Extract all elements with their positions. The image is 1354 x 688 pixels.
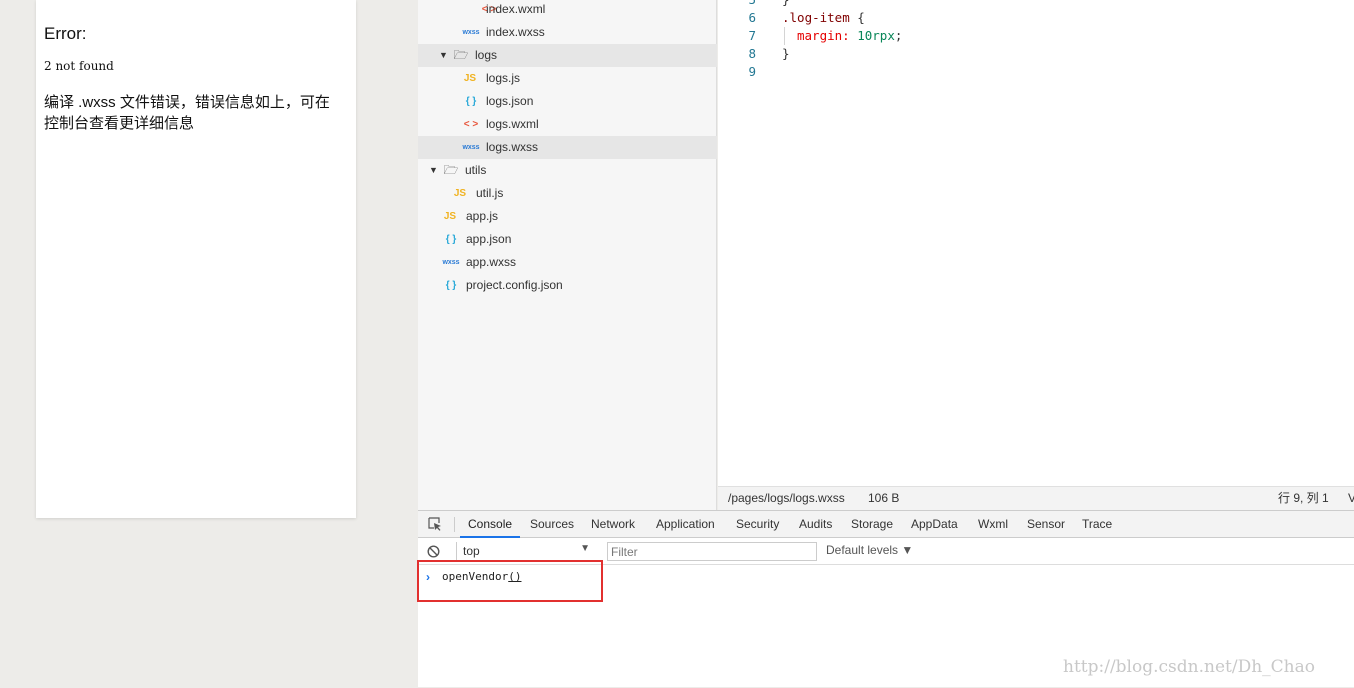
tree-item-label: logs.wxml <box>486 117 539 131</box>
css-value: 10rpx <box>857 28 895 43</box>
wxss-file-icon: wxss <box>442 259 460 266</box>
code-text: } <box>782 0 790 9</box>
tree-item-label: utils <box>465 163 487 177</box>
tree-item-label: app.js <box>466 209 499 223</box>
simulator-screen: Error: 2 not found 编译 .wxss 文件错误，错误信息如上，… <box>36 0 356 518</box>
tree-item-label: app.wxss <box>466 255 517 269</box>
tree-item-app-wxss[interactable]: wxss app.wxss <box>418 251 717 274</box>
status-truncated: V <box>1348 491 1354 505</box>
tree-item-label: project.config.json <box>466 278 563 292</box>
tree-item-app-json[interactable]: { } app.json <box>418 228 717 251</box>
tree-folder-utils[interactable]: ▼ 🗁 utils <box>418 159 717 182</box>
tree-item-label: logs <box>475 48 498 62</box>
tab-trace[interactable]: Trace <box>1082 511 1112 537</box>
tree-item-index-wxss[interactable]: wxss index.wxss <box>418 21 717 44</box>
tab-audits[interactable]: Audits <box>799 511 832 537</box>
chevron-down-icon[interactable]: ▼ <box>429 159 438 182</box>
tree-item-label: app.json <box>466 232 512 246</box>
js-file-icon: JS <box>443 211 457 222</box>
file-path: /pages/logs/logs.wxss <box>728 491 845 505</box>
watermark: http://blog.csdn.net/Dh_Chao <box>1063 657 1315 677</box>
error-title: Error: <box>44 24 87 43</box>
wxss-file-icon: wxss <box>462 144 480 151</box>
inspect-element-icon[interactable] <box>428 517 442 531</box>
code-line: 7 margin: 10rpx; <box>718 27 1354 45</box>
js-file-icon: JS <box>453 188 467 199</box>
tree-item-label: logs.wxss <box>486 140 539 154</box>
folder-open-icon: 🗁 <box>443 163 459 177</box>
file-size: 106 B <box>868 491 900 505</box>
line-number: 5 <box>718 0 756 9</box>
code-line: 9 <box>718 63 1354 81</box>
tab-sources[interactable]: Sources <box>530 511 574 537</box>
chevron-down-icon[interactable]: ▼ <box>439 44 448 67</box>
json-file-icon: { } <box>445 234 457 245</box>
cursor-position[interactable]: 行 9, 列 1 <box>1278 487 1329 509</box>
line-number: 7 <box>748 28 756 43</box>
context-select[interactable]: top ▼ <box>456 542 594 561</box>
tab-storage[interactable]: Storage <box>851 511 893 537</box>
tab-console[interactable]: Console <box>460 511 521 538</box>
code-line: 5 } <box>718 0 1354 9</box>
tree-item-logs-wxss[interactable]: wxss logs.wxss <box>418 136 717 159</box>
code-text: } <box>782 46 790 61</box>
tab-sensor[interactable]: Sensor <box>1027 511 1065 537</box>
clear-console-icon[interactable] <box>427 545 440 558</box>
filter-input[interactable] <box>607 542 817 561</box>
tree-item-logs-json[interactable]: { } logs.json <box>418 90 717 113</box>
tree-item-logs-js[interactable]: JS logs.js <box>418 67 717 90</box>
tree-item-project-config-json[interactable]: { } project.config.json <box>418 274 717 297</box>
line-number: 8 <box>748 46 756 61</box>
tree-item-label: index.wxss <box>486 25 545 39</box>
indent-guide <box>784 27 785 45</box>
json-file-icon: { } <box>445 280 457 291</box>
error-detail: 2 not found <box>44 59 114 73</box>
devtools-panel: Console Sources Network Application Secu… <box>417 510 1354 688</box>
tree-item-label: logs.js <box>486 71 521 85</box>
tab-wxml[interactable]: Wxml <box>978 511 1008 537</box>
file-tree: < > index.wxml wxss index.wxss ▼ 🗁 logs … <box>418 0 717 510</box>
code-editor[interactable]: 5 } 6 .log-item { 7 margin: 10rpx; 8 } 9 <box>718 0 1354 486</box>
tree-item-util-js[interactable]: JS util.js <box>418 182 717 205</box>
log-levels-dropdown[interactable]: Default levels ▼ <box>826 543 913 557</box>
css-semicolon: ; <box>894 28 903 43</box>
json-file-icon: { } <box>465 96 477 107</box>
wxml-file-icon: < > <box>463 119 479 130</box>
tree-item-label: util.js <box>476 186 504 200</box>
tree-item-index-wxml[interactable]: < > index.wxml <box>418 0 717 21</box>
tab-network[interactable]: Network <box>591 511 635 537</box>
js-file-icon: JS <box>463 73 477 84</box>
devtools-tab-bar: Console Sources Network Application Secu… <box>418 511 1354 538</box>
tab-appdata[interactable]: AppData <box>911 511 958 537</box>
tab-application[interactable]: Application <box>656 511 715 537</box>
css-selector: .log-item <box>782 10 850 25</box>
chevron-down-icon: ▼ <box>580 543 590 554</box>
code-line: 6 .log-item { <box>718 9 1354 27</box>
wxss-file-icon: wxss <box>462 29 480 36</box>
error-message: 编译 .wxss 文件错误，错误信息如上，可在控制台查看更详细信息 <box>44 94 330 132</box>
code-text: .log-item { <box>782 9 865 27</box>
line-number: 6 <box>748 10 756 25</box>
tree-item-label: index.wxml <box>486 2 546 16</box>
editor-status-bar: /pages/logs/logs.wxss 106 B 行 9, 列 1 V <box>718 486 1354 510</box>
tree-folder-logs[interactable]: ▼ 🗁 logs <box>418 44 717 67</box>
console-output[interactable]: › openVendor() http://blog.csdn.net/Dh_C… <box>417 560 1354 688</box>
line-number: 9 <box>748 64 756 79</box>
code-text: margin: 10rpx; <box>797 27 902 45</box>
folder-open-icon: 🗁 <box>453 48 469 62</box>
css-property: margin: <box>797 28 850 43</box>
highlight-annotation <box>417 560 603 602</box>
tab-security[interactable]: Security <box>736 511 779 537</box>
tree-item-logs-wxml[interactable]: < > logs.wxml <box>418 113 717 136</box>
tree-item-app-js[interactable]: JS app.js <box>418 205 717 228</box>
tree-item-label: logs.json <box>486 94 534 108</box>
css-brace: { <box>849 10 865 25</box>
divider <box>454 517 455 532</box>
context-value: top <box>463 544 480 558</box>
code-line: 8 } <box>718 45 1354 63</box>
